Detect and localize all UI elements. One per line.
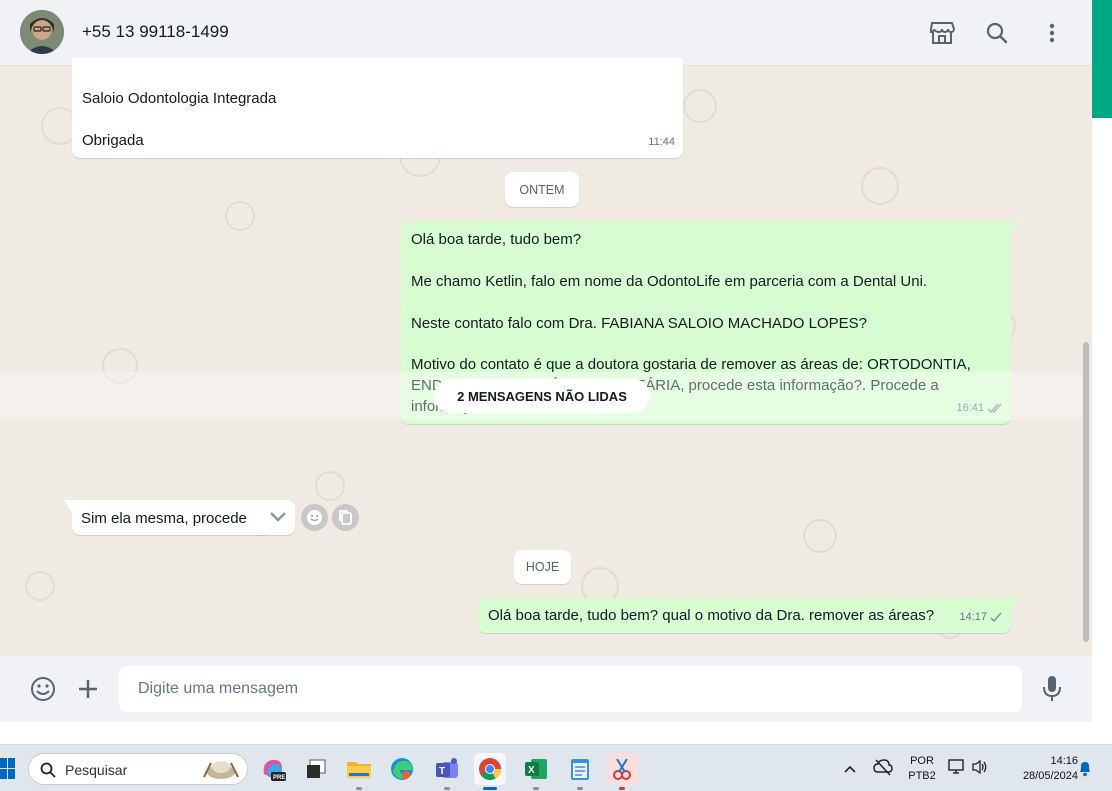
file-explorer-icon[interactable] <box>343 753 375 790</box>
snipping-tool-icon[interactable] <box>606 753 638 790</box>
search-icon <box>40 762 56 778</box>
message-text: Olá boa tarde, tudo bem? qual o motivo d… <box>488 607 935 624</box>
running-indicator <box>577 787 583 790</box>
check-icon <box>990 612 1002 623</box>
cloud-offline-icon[interactable] <box>873 758 893 781</box>
chat-header: +55 13 99118-1499 <box>0 0 1092 66</box>
chevron-down-icon[interactable] <box>268 507 288 533</box>
notepad-app-icon[interactable] <box>564 753 596 790</box>
volume-icon[interactable] <box>971 759 989 780</box>
message-text: Saloio Odontologia Integrada <box>82 90 277 107</box>
task-view-icon[interactable] <box>300 753 332 785</box>
copilot-app-icon[interactable]: PRE <box>257 753 289 785</box>
date-separator-yesterday: ONTEM <box>505 172 579 207</box>
chat-scrollbar[interactable] <box>1082 66 1090 656</box>
excel-app-icon[interactable]: X <box>520 753 552 790</box>
copy-icon <box>339 510 352 525</box>
message-text: Obrigada <box>82 132 144 149</box>
store-icon[interactable] <box>927 18 957 48</box>
message-text: Sim ela mesma, procede <box>81 510 247 527</box>
message-time: ... <box>258 528 266 538</box>
search-label: Pesquisar <box>65 762 128 778</box>
message-text: Neste contato falo com Dra. FABIANA SALO… <box>411 315 868 332</box>
message-text: Me chamo Ketlin, falo em nome da OdontoL… <box>411 273 928 290</box>
menu-icon[interactable] <box>1037 18 1067 48</box>
outgoing-message[interactable]: Olá boa tarde, tudo bem? qual o motivo d… <box>478 598 1019 633</box>
plus-icon[interactable] <box>72 673 104 705</box>
forward-button[interactable] <box>332 504 359 531</box>
desktop-gap <box>0 722 1112 744</box>
message-text: Olá boa tarde, tudo bem? <box>411 231 582 248</box>
taskbar-search[interactable]: Pesquisar <box>28 753 248 785</box>
contact-name[interactable]: +55 13 99118-1499 <box>82 22 229 42</box>
unread-messages-badge: 2 MENSAGENS NÃO LIDAS <box>434 379 650 413</box>
running-indicator <box>356 787 362 790</box>
message-time: 14:17 <box>959 607 1003 628</box>
message-input[interactable] <box>119 666 1022 712</box>
notification-bell-icon[interactable] <box>1078 760 1092 782</box>
emoji-icon[interactable] <box>27 673 59 705</box>
message-time: 11:44 <box>648 136 675 148</box>
bubble-tail <box>64 500 72 513</box>
composer-bar <box>0 656 1092 722</box>
running-indicator <box>533 787 539 790</box>
running-indicator <box>619 787 625 790</box>
search-icon[interactable] <box>982 18 1012 48</box>
date-separator-today: HOJE <box>514 550 571 584</box>
contact-avatar[interactable] <box>20 10 64 54</box>
teams-app-icon[interactable]: T <box>431 753 463 790</box>
windows-taskbar: Pesquisar PRE T X POR PTB2 14:16 28/05/2… <box>0 744 1112 791</box>
active-indicator <box>483 787 497 790</box>
react-emoji-button[interactable] <box>301 504 328 531</box>
edge-browser-icon[interactable] <box>386 753 418 785</box>
network-icon[interactable] <box>948 759 966 780</box>
windows-start-icon[interactable] <box>0 758 16 785</box>
incoming-message[interactable]: Sim ela mesma, procede ... <box>64 500 295 538</box>
chevron-up-icon[interactable] <box>843 761 857 779</box>
bubble-tail <box>1011 221 1019 234</box>
window-edge <box>1092 0 1112 744</box>
incoming-message[interactable]: Saloio Odontologia Integrada Obrigada 11… <box>72 58 683 158</box>
emoji-icon <box>307 510 322 525</box>
svg-text:PRE: PRE <box>273 775 285 781</box>
running-indicator <box>444 787 450 790</box>
microphone-icon[interactable] <box>1036 673 1068 705</box>
system-clock[interactable]: 14:16 28/05/2024 <box>1000 754 1078 784</box>
svg-text:T: T <box>439 766 445 777</box>
bubble-tail <box>1011 598 1019 611</box>
search-highlight-icon <box>203 761 239 779</box>
chrome-browser-icon[interactable] <box>474 753 506 790</box>
input-language[interactable]: POR PTB2 <box>905 754 939 784</box>
svg-text:X: X <box>528 765 535 776</box>
